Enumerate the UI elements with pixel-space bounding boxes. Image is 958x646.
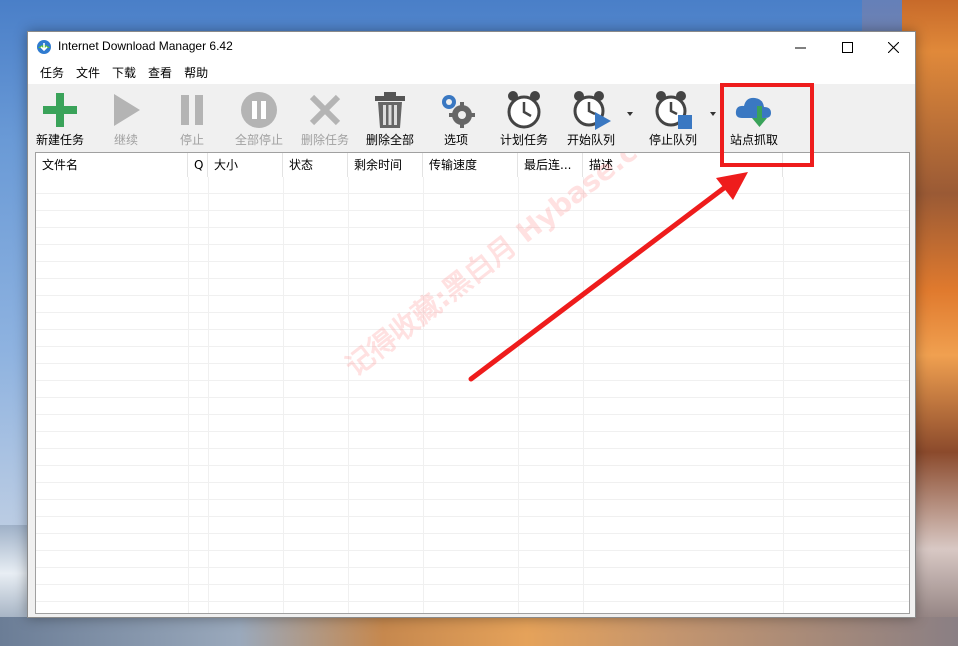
gear-icon: [442, 95, 475, 128]
delete-all-label: 删除全部: [365, 133, 414, 147]
list-row[interactable]: [36, 398, 909, 415]
stop-button[interactable]: 停止: [164, 90, 220, 147]
pause-icon: [181, 95, 203, 125]
list-row[interactable]: [36, 551, 909, 568]
alarm-clock-icon: [507, 91, 541, 129]
scheduler-button[interactable]: 计划任务: [493, 90, 555, 147]
list-rows: [36, 177, 909, 613]
list-row[interactable]: [36, 500, 909, 517]
list-row[interactable]: [36, 517, 909, 534]
list-row[interactable]: [36, 194, 909, 211]
desktop-wallpaper-bottom: [0, 617, 958, 646]
column-header-status[interactable]: 状态: [283, 153, 348, 177]
play-icon: [114, 94, 140, 126]
toolbar: 新建任务 继续 停止 全部停止 删除任务 删除全部 选项 计划任务 开始队列 停…: [28, 84, 915, 150]
window-title: Internet Download Manager 6.42: [58, 39, 233, 53]
column-header-description[interactable]: 描述: [583, 153, 783, 177]
trash-icon: [375, 92, 405, 128]
maximize-button[interactable]: [824, 32, 870, 62]
minimize-icon: [794, 47, 806, 48]
menu-view[interactable]: 查看: [142, 62, 178, 84]
list-row[interactable]: [36, 432, 909, 449]
minimize-button[interactable]: [777, 32, 823, 62]
column-header-filename[interactable]: 文件名: [36, 153, 188, 177]
menu-downloads[interactable]: 下载: [106, 62, 142, 84]
download-list[interactable]: 文件名 Q 大小 状态 剩余时间 传输速度 最后连... 描述 记得收藏:黑白月…: [35, 152, 910, 614]
title-bar[interactable]: Internet Download Manager 6.42: [28, 32, 915, 62]
list-row[interactable]: [36, 602, 909, 613]
stop-queue-button[interactable]: 停止队列: [642, 90, 704, 147]
menu-tasks[interactable]: 任务: [34, 62, 70, 84]
column-header-size[interactable]: 大小: [208, 153, 283, 177]
stop-label: 停止: [179, 133, 204, 147]
new-task-button[interactable]: 新建任务: [32, 90, 88, 147]
column-divider: [423, 177, 424, 613]
column-header-time-left[interactable]: 剩余时间: [348, 153, 423, 177]
start-queue-label: 开始队列: [566, 133, 615, 147]
idm-app-icon: [37, 40, 51, 54]
close-button[interactable]: [870, 32, 916, 62]
menu-help[interactable]: 帮助: [178, 62, 214, 84]
stop-all-icon: [241, 92, 277, 128]
list-row[interactable]: [36, 381, 909, 398]
start-queue-dropdown-icon[interactable]: [627, 112, 633, 116]
list-row[interactable]: [36, 483, 909, 500]
list-row[interactable]: [36, 211, 909, 228]
column-divider: [188, 177, 189, 613]
options-button[interactable]: 选项: [430, 90, 482, 147]
column-divider: [583, 177, 584, 613]
list-row[interactable]: [36, 568, 909, 585]
list-row[interactable]: [36, 262, 909, 279]
list-header: 文件名 Q 大小 状态 剩余时间 传输速度 最后连... 描述: [36, 153, 909, 177]
stop-all-label: 全部停止: [234, 133, 283, 147]
resume-button[interactable]: 继续: [98, 90, 154, 147]
start-queue-button[interactable]: 开始队列: [560, 90, 622, 147]
stop-all-button[interactable]: 全部停止: [228, 90, 290, 147]
idm-main-window: Internet Download Manager 6.42 任务 文件 下载 …: [27, 31, 916, 618]
maximize-icon: [841, 41, 853, 53]
column-divider: [783, 177, 784, 613]
site-grabber-button[interactable]: 站点抓取: [723, 90, 785, 147]
column-divider: [208, 177, 209, 613]
resume-label: 继续: [113, 133, 138, 147]
column-header-queue[interactable]: Q: [188, 153, 208, 177]
list-row[interactable]: [36, 364, 909, 381]
clock-play-icon: [573, 91, 611, 130]
cloud-download-icon: [735, 97, 771, 127]
column-divider: [348, 177, 349, 613]
clock-stop-icon: [655, 91, 692, 129]
list-row[interactable]: [36, 534, 909, 551]
column-header-transfer-rate[interactable]: 传输速度: [423, 153, 518, 177]
list-row[interactable]: [36, 313, 909, 330]
list-row[interactable]: [36, 466, 909, 483]
stop-queue-label: 停止队列: [648, 133, 697, 147]
delete-task-button[interactable]: 删除任务: [294, 90, 356, 147]
list-row[interactable]: [36, 415, 909, 432]
list-row[interactable]: [36, 585, 909, 602]
scheduler-label: 计划任务: [499, 133, 548, 147]
column-divider: [518, 177, 519, 613]
delete-all-button[interactable]: 删除全部: [359, 90, 421, 147]
delete-x-icon: [309, 94, 341, 126]
list-row[interactable]: [36, 347, 909, 364]
menu-file[interactable]: 文件: [70, 62, 106, 84]
list-row[interactable]: [36, 245, 909, 262]
delete-task-label: 删除任务: [300, 133, 349, 147]
stop-queue-dropdown-icon[interactable]: [710, 112, 716, 116]
column-divider: [283, 177, 284, 613]
close-icon: [887, 41, 899, 53]
plus-icon: [43, 93, 77, 127]
list-row[interactable]: [36, 279, 909, 296]
column-header-last-try[interactable]: 最后连...: [518, 153, 583, 177]
menu-bar: 任务 文件 下载 查看 帮助: [28, 62, 915, 84]
list-row[interactable]: [36, 296, 909, 313]
options-label: 选项: [443, 133, 468, 147]
list-row[interactable]: [36, 177, 909, 194]
list-row[interactable]: [36, 449, 909, 466]
list-row[interactable]: [36, 228, 909, 245]
new-task-label: 新建任务: [35, 133, 84, 147]
list-row[interactable]: [36, 330, 909, 347]
site-grabber-label: 站点抓取: [729, 133, 778, 147]
